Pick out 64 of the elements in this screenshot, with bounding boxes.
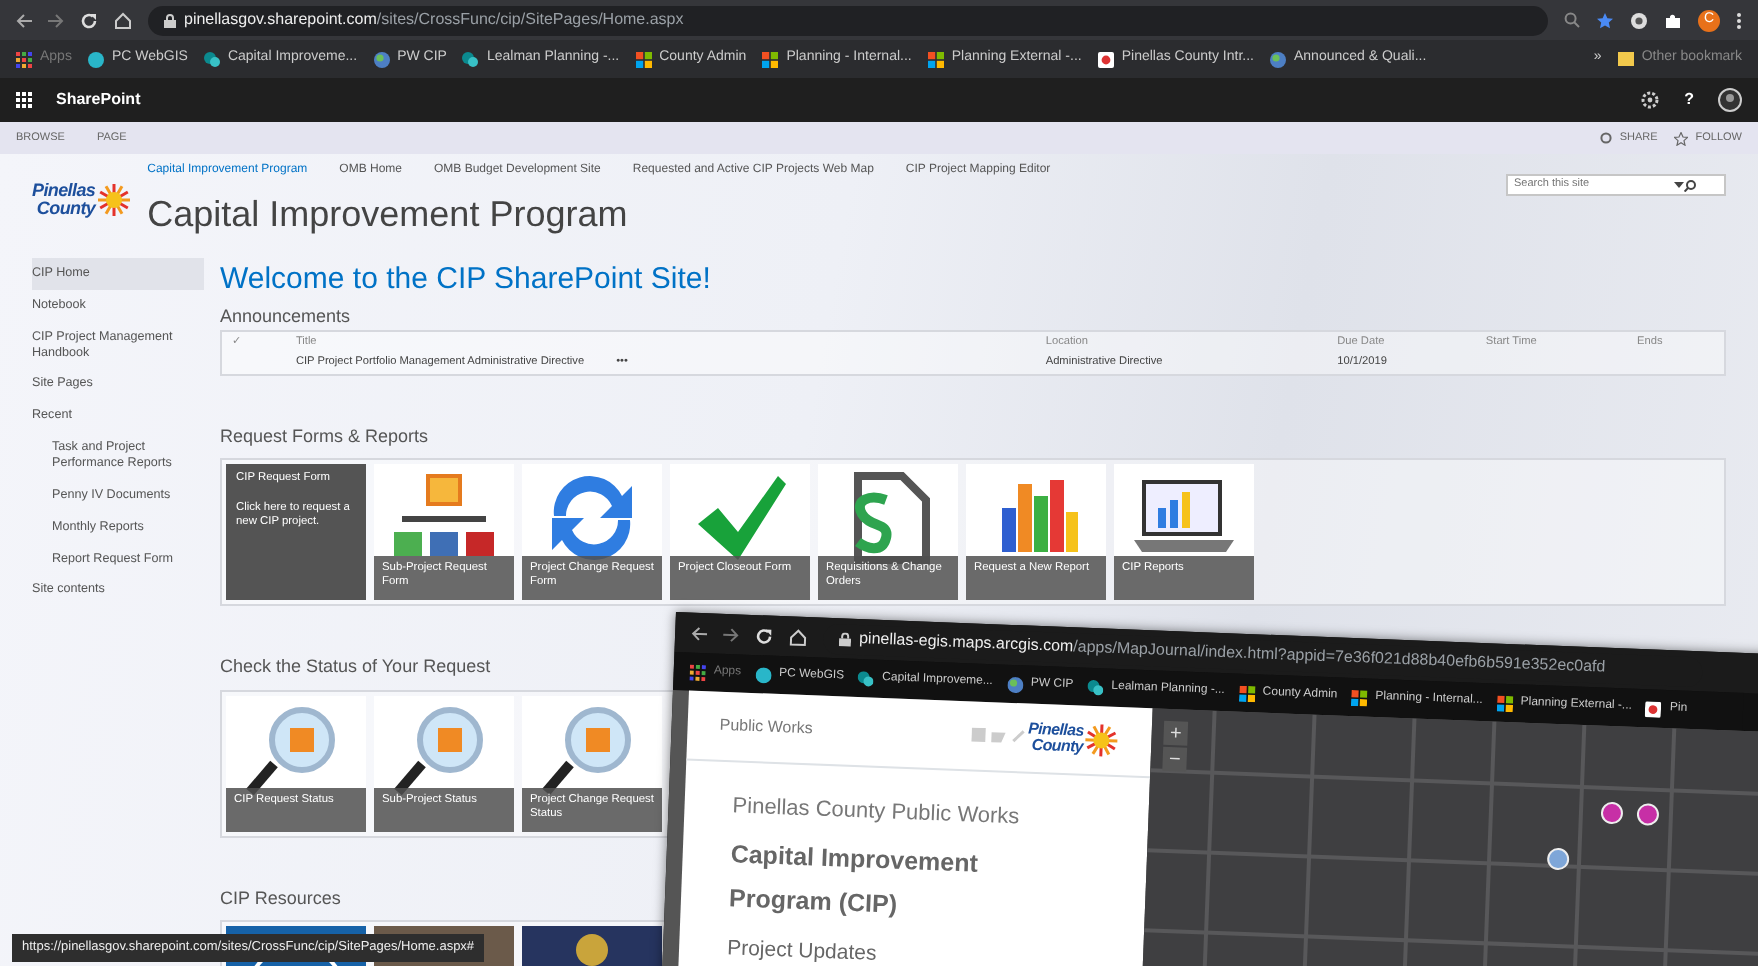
lock-icon — [838, 631, 852, 646]
home-icon[interactable] — [114, 11, 132, 29]
map-marker[interactable] — [1546, 847, 1570, 871]
apps-grid-icon[interactable] — [689, 663, 706, 681]
settings-icon[interactable] — [1640, 90, 1661, 110]
reload-icon[interactable] — [754, 626, 774, 645]
record-icon[interactable] — [1630, 11, 1648, 29]
earth-icon[interactable] — [373, 51, 390, 67]
map[interactable]: + − — [1140, 708, 1758, 966]
windows-logo-icon[interactable] — [762, 51, 779, 67]
section-heading: Request Forms & Reports — [220, 423, 429, 450]
sun-logo-icon — [1082, 721, 1121, 760]
map-marker[interactable] — [1600, 801, 1624, 825]
windows-logo-icon[interactable] — [1496, 694, 1513, 712]
page-icon[interactable] — [1645, 700, 1663, 717]
home-icon[interactable] — [788, 627, 808, 647]
suite-title: SharePoint — [56, 88, 141, 112]
earth-icon[interactable] — [1006, 675, 1024, 693]
sun-logo-icon — [95, 182, 132, 218]
windows-logo-icon[interactable] — [635, 51, 652, 67]
star-icon — [1673, 131, 1688, 145]
section-heading: Announcements — [220, 303, 351, 329]
sharepoint-icon[interactable] — [462, 51, 479, 67]
zoom-button[interactable]: − — [1162, 746, 1188, 772]
zoom-button[interactable]: + — [1163, 720, 1189, 746]
earth-icon[interactable] — [1270, 51, 1286, 67]
apps-grid-icon[interactable] — [16, 51, 32, 67]
panel-text: Project Updates — [726, 934, 879, 966]
page-icon[interactable] — [1097, 51, 1114, 67]
forward-icon[interactable] — [722, 626, 740, 642]
county-logo-text: Pinellas County — [32, 182, 96, 218]
badge-emblem-icon — [576, 934, 608, 966]
windows-logo-icon[interactable] — [1351, 689, 1368, 706]
windows-logo-icon[interactable] — [927, 51, 944, 67]
sharepoint-icon[interactable] — [857, 670, 875, 687]
app-launcher-icon[interactable] — [16, 92, 32, 108]
panel-text: Capital Improvement — [730, 837, 981, 881]
section-heading: CIP Resources — [220, 885, 341, 912]
back-icon[interactable] — [16, 13, 32, 27]
section-heading: Check the Status of Your Request — [220, 654, 491, 681]
panel-header: Public Works — [719, 713, 814, 742]
reload-icon[interactable] — [80, 11, 98, 29]
search-icon[interactable] — [1684, 179, 1696, 191]
windows-logo-icon[interactable] — [1238, 684, 1255, 702]
menu-icon[interactable] — [1736, 11, 1742, 29]
star-icon[interactable] — [1596, 11, 1614, 29]
puzzle-icon[interactable] — [1664, 11, 1682, 29]
user-avatar-icon[interactable] — [1718, 88, 1742, 112]
share-icon — [1599, 132, 1612, 144]
sharepoint-icon[interactable] — [1087, 678, 1104, 696]
lock-icon — [164, 13, 176, 27]
back-icon[interactable] — [690, 625, 708, 641]
map-marker[interactable] — [1636, 803, 1660, 826]
folder-icon — [1617, 52, 1634, 66]
forward-icon[interactable] — [48, 13, 64, 27]
site-title: Capital Improvement Program — [147, 192, 630, 238]
panel-text: Pinellas County Public Works — [731, 792, 1022, 834]
hierarchy-icon — [390, 472, 498, 561]
welcome-heading: Welcome to the CIP SharePoint Site! — [220, 260, 711, 300]
dropdown-caret-icon — [1674, 181, 1684, 189]
county-logo-text: Pinellas County — [1027, 722, 1084, 755]
panel-text: Program (CIP) — [728, 882, 900, 924]
help-button[interactable]: ? — [1676, 88, 1702, 112]
sharepoint-icon[interactable] — [203, 51, 220, 67]
